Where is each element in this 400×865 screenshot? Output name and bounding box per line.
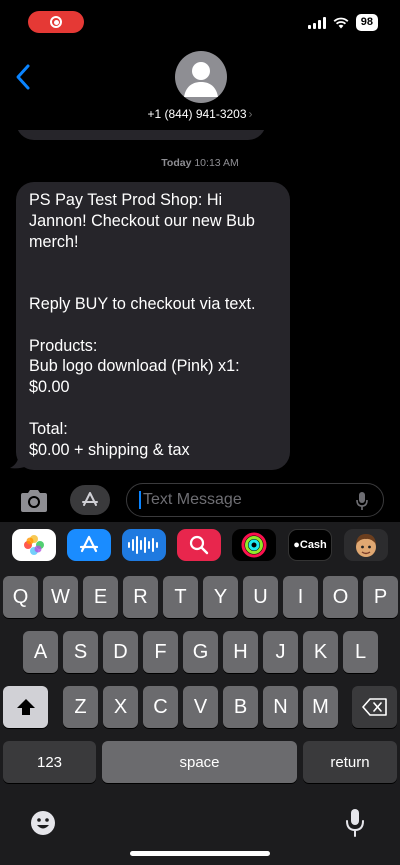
key-k[interactable]: K xyxy=(303,631,338,673)
contact-avatar[interactable] xyxy=(175,51,227,103)
return-key[interactable]: return xyxy=(303,741,397,783)
timestamp-time: 10:13 AM xyxy=(194,157,239,169)
key-d[interactable]: D xyxy=(103,631,138,673)
key-w[interactable]: W xyxy=(43,576,78,618)
apple-cash-logo-icon: ●Cash xyxy=(293,539,327,551)
cellular-signal-icon xyxy=(307,16,326,29)
previous-message-bubble[interactable] xyxy=(16,130,266,140)
key-v[interactable]: V xyxy=(183,686,218,728)
status-indicators: 98 xyxy=(307,14,378,31)
key-e[interactable]: E xyxy=(83,576,118,618)
photos-app-icon[interactable] xyxy=(12,529,56,561)
dictation-icon[interactable] xyxy=(345,808,365,838)
key-t[interactable]: T xyxy=(163,576,198,618)
message-input-placeholder: Text Message xyxy=(143,491,242,508)
contact-number: +1 (844) 941-3203 xyxy=(147,107,247,121)
apple-cash-icon[interactable]: ●Cash xyxy=(288,529,332,561)
key-n[interactable]: N xyxy=(263,686,298,728)
key-b[interactable]: B xyxy=(223,686,258,728)
key-f[interactable]: F xyxy=(143,631,178,673)
key-h[interactable]: H xyxy=(223,631,258,673)
waveform-icon xyxy=(128,536,158,554)
received-message-bubble[interactable]: PS Pay Test Prod Shop: Hi Jannon! Checko… xyxy=(16,182,290,471)
apple-cash-label: Cash xyxy=(299,539,327,551)
wifi-icon xyxy=(333,17,349,28)
key-p[interactable]: P xyxy=(363,576,398,618)
keyboard: QWERTYUIOP ASDFGHJKL ZXCVBNM 123 space r… xyxy=(0,574,400,865)
backspace-icon xyxy=(361,698,387,716)
key-y[interactable]: Y xyxy=(203,576,238,618)
memoji-icon[interactable] xyxy=(344,529,388,561)
key-c[interactable]: C xyxy=(143,686,178,728)
search-images-icon[interactable] xyxy=(177,529,221,561)
emoji-icon[interactable] xyxy=(30,810,56,836)
app-store-glyph-icon xyxy=(82,492,98,506)
message-thread[interactable]: Today 10:13 AM PS Pay Test Prod Shop: Hi… xyxy=(0,130,400,475)
bubble-tail xyxy=(10,452,28,469)
key-a[interactable]: A xyxy=(23,631,58,673)
shift-arrow-icon xyxy=(16,699,35,715)
key-j[interactable]: J xyxy=(263,631,298,673)
photos-flower-icon xyxy=(24,535,44,555)
key-s[interactable]: S xyxy=(63,631,98,673)
message-timestamp: Today 10:13 AM xyxy=(0,157,400,169)
battery-indicator: 98 xyxy=(355,14,378,31)
key-u[interactable]: U xyxy=(243,576,278,618)
app-store-a-icon xyxy=(79,535,99,553)
contact-name[interactable]: +1 (844) 941-3203 › xyxy=(0,107,400,121)
message-input[interactable]: Text Message xyxy=(126,483,384,517)
shift-key[interactable] xyxy=(3,686,48,728)
activity-icon[interactable] xyxy=(232,529,276,561)
back-chevron-icon[interactable] xyxy=(14,62,34,92)
dictation-mic-icon[interactable] xyxy=(355,491,369,511)
key-q[interactable]: Q xyxy=(3,576,38,618)
screen-recording-indicator[interactable] xyxy=(28,11,84,33)
audio-message-icon[interactable] xyxy=(122,529,166,561)
home-indicator[interactable] xyxy=(130,851,270,856)
key-r[interactable]: R xyxy=(123,576,158,618)
activity-rings-icon xyxy=(241,532,267,558)
key-z[interactable]: Z xyxy=(63,686,98,728)
key-m[interactable]: M xyxy=(303,686,338,728)
person-silhouette-icon xyxy=(184,62,218,97)
apps-button[interactable] xyxy=(70,485,110,515)
contact-chevron-icon: › xyxy=(248,107,253,121)
numbers-key[interactable]: 123 xyxy=(3,741,96,783)
imessage-app-drawer: ●Cash xyxy=(0,522,400,574)
space-key[interactable]: space xyxy=(102,741,297,783)
delete-key[interactable] xyxy=(352,686,397,728)
conversation-header: +1 (844) 941-3203 › xyxy=(0,44,400,130)
compose-bar: Text Message xyxy=(0,478,400,522)
key-o[interactable]: O xyxy=(323,576,358,618)
record-icon xyxy=(50,16,62,28)
camera-icon[interactable] xyxy=(16,483,52,519)
magnifier-globe-icon xyxy=(189,535,209,555)
text-caret xyxy=(139,491,141,509)
memoji-face-icon xyxy=(356,534,376,557)
status-bar: 98 xyxy=(0,0,400,44)
key-x[interactable]: X xyxy=(103,686,138,728)
key-g[interactable]: G xyxy=(183,631,218,673)
key-i[interactable]: I xyxy=(283,576,318,618)
timestamp-day: Today xyxy=(161,157,192,169)
key-l[interactable]: L xyxy=(343,631,378,673)
app-store-icon[interactable] xyxy=(67,529,111,561)
